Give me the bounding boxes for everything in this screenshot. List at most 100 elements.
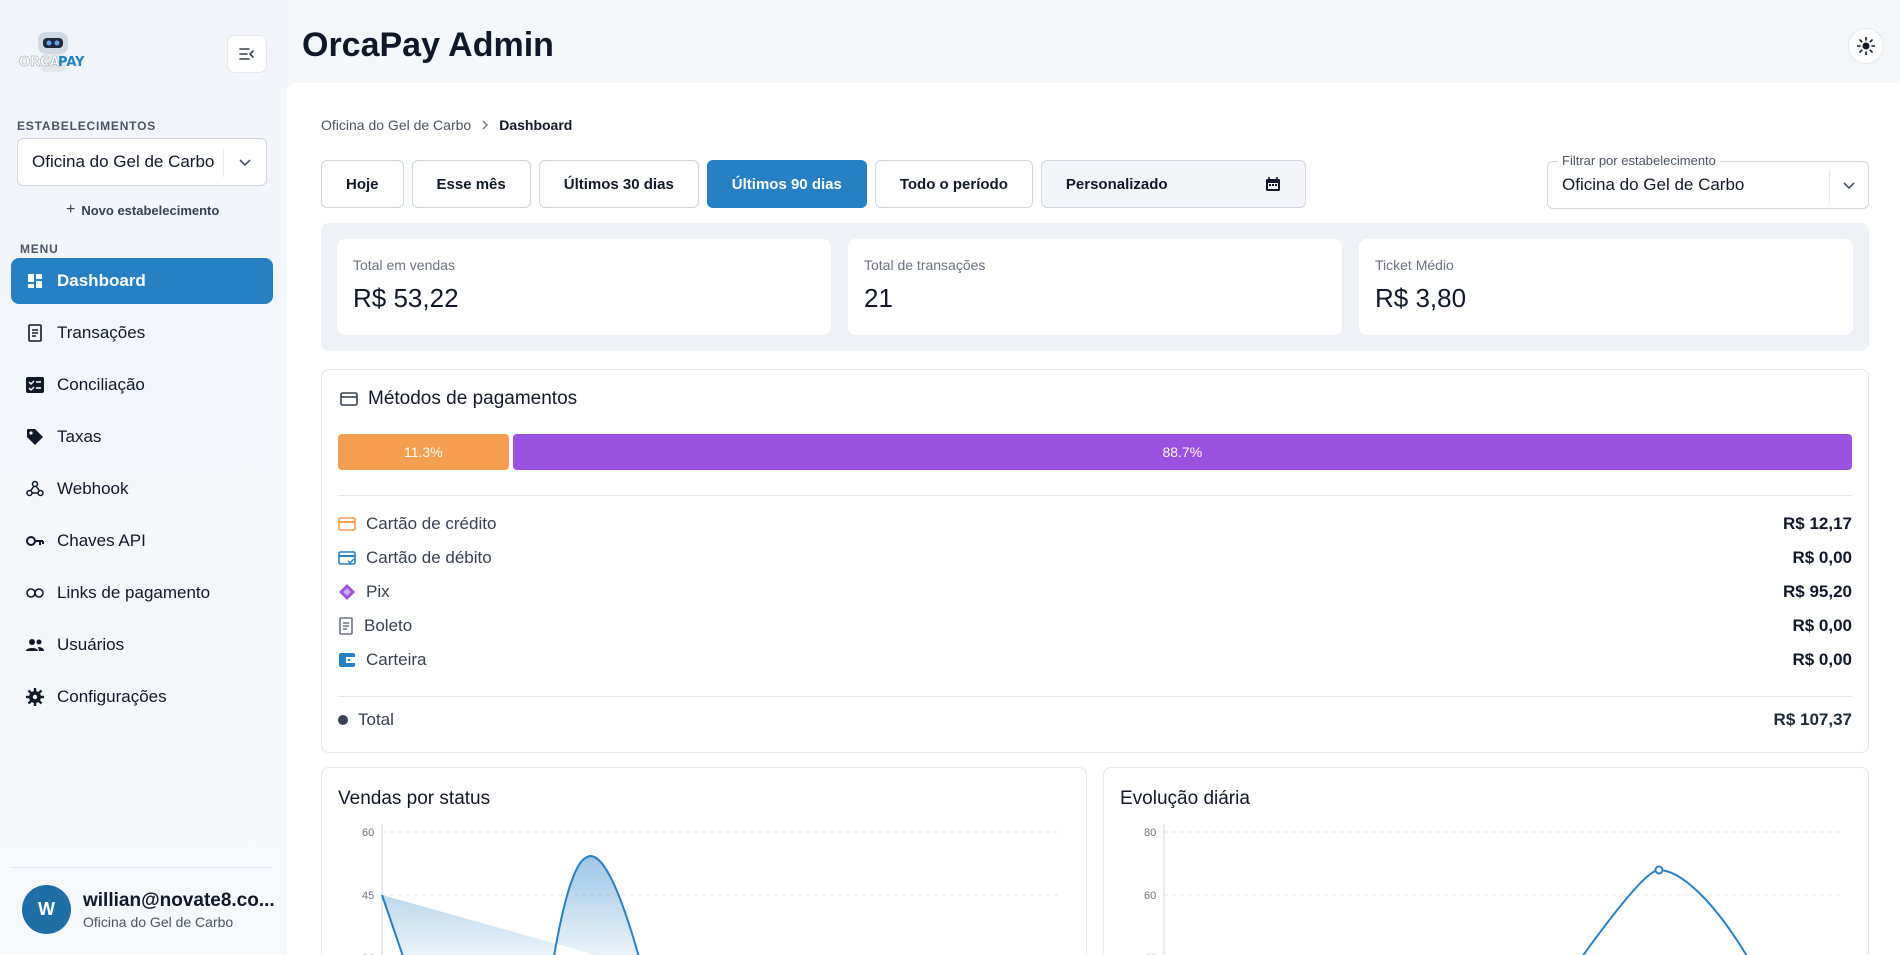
establishment-select-value: Oficina do Gel de Carbo (32, 152, 215, 171)
sidebar-item-transacoes[interactable]: Transações (11, 310, 273, 356)
menu-collapse-icon (239, 48, 254, 60)
calendar-icon (1265, 177, 1280, 191)
payment-methods-title: Métodos de pagamentos (340, 388, 577, 410)
filter-esse-mes-button[interactable]: Esse mês (411, 160, 531, 208)
gear-icon (25, 687, 45, 707)
establishment-filter-select[interactable]: Filtrar por estabelecimento Oficina do G… (1547, 153, 1869, 209)
filter-custom-date-button[interactable]: Personalizado (1040, 160, 1306, 208)
tag-icon (25, 427, 45, 447)
users-icon (25, 635, 45, 655)
avatar: W (22, 885, 71, 934)
stat-value: R$ 53,22 (353, 283, 459, 313)
list-item-debito: Cartão de débito R$ 0,00 (338, 541, 1852, 575)
sidebar-item-dashboard[interactable]: Dashboard (11, 258, 273, 304)
sidebar-item-label: Taxas (57, 427, 102, 446)
payment-method-value: R$ 0,00 (1792, 650, 1852, 669)
theme-toggle-button[interactable] (1848, 28, 1884, 64)
credit-card-icon (338, 517, 356, 531)
sidebar-item-label: Conciliação (57, 375, 145, 394)
main-content: Oficina do Gel de Carbo Dashboard Hoje E… (287, 83, 1900, 955)
sidebar-menu: Dashboard Transações Conciliação Taxas W… (11, 258, 273, 726)
establishment-filter-label: Filtrar por estabelecimento (1558, 153, 1720, 168)
boleto-icon (339, 617, 353, 635)
sidebar-divider (11, 867, 273, 868)
sidebar-item-label: Links de pagamento (57, 583, 211, 602)
plus-icon: + (66, 201, 76, 218)
y-tick-label: 80 (1144, 827, 1156, 839)
filter-hoje-button[interactable]: Hoje (321, 160, 404, 208)
data-point[interactable] (1654, 865, 1664, 875)
filter-30-dias-button[interactable]: Últimos 30 dias (538, 160, 699, 208)
stat-card-ticket-medio: Ticket Médio R$ 3,80 (1359, 239, 1853, 335)
payment-method-label: Boleto (364, 616, 413, 635)
breadcrumb-current: Dashboard (499, 117, 573, 133)
stat-value: R$ 3,80 (1375, 283, 1467, 313)
pix-icon (339, 584, 355, 600)
credit-card-icon (340, 392, 358, 406)
list-item-boleto: Boleto R$ 0,00 (338, 609, 1852, 643)
user-profile[interactable]: W willian@novate8.co... Oficina do Gel d… (22, 885, 275, 934)
daily-chart-svg: 80 60 40 (1144, 824, 1844, 955)
breadcrumb-parent[interactable]: Oficina do Gel de Carbo (321, 117, 471, 133)
sidebar-item-webhook[interactable]: Webhook (11, 466, 273, 512)
page-title: OrcaPay Admin (302, 26, 554, 64)
breadcrumb: Oficina do Gel de Carbo Dashboard (321, 117, 572, 133)
establishment-select[interactable]: Oficina do Gel de Carbo (17, 138, 267, 186)
stat-title: Total em vendas (353, 257, 455, 273)
user-organization: Oficina do Gel de Carbo (83, 913, 234, 930)
sidebar-item-conciliacao[interactable]: Conciliação (11, 362, 273, 408)
sidebar-item-links-pagamento[interactable]: Links de pagamento (11, 570, 273, 616)
sidebar-item-label: Dashboard (57, 271, 146, 290)
establishment-filter-value: Oficina do Gel de Carbo (1562, 175, 1745, 194)
sidebar: ORCA PAY ESTABELECIMENTOS Oficina do Gel… (0, 0, 287, 955)
new-establishment-button[interactable]: + Novo estabelecimento (66, 201, 219, 219)
sidebar-item-label: Webhook (57, 479, 129, 498)
stats-summary: Total em vendas R$ 53,22 Total de transa… (321, 223, 1869, 351)
list-item-carteira: Carteira R$ 0,00 (338, 643, 1852, 677)
sidebar-item-label: Configurações (57, 687, 167, 706)
status-area (382, 856, 639, 955)
divider (338, 495, 1852, 496)
list-item-credito: Cartão de crédito R$ 12,17 (338, 507, 1852, 541)
payment-method-label: Carteira (366, 650, 427, 669)
total-value: R$ 107,37 (1773, 710, 1852, 729)
custom-date-label: Personalizado (1065, 175, 1168, 193)
sidebar-item-label: Usuários (57, 635, 125, 654)
orcapay-logo[interactable]: ORCA PAY (18, 30, 90, 80)
share-segment-pix[interactable]: 88.7% (512, 434, 1852, 470)
total-dot-icon (338, 715, 348, 725)
list-item-pix: Pix R$ 95,20 (338, 575, 1852, 609)
wallet-icon (339, 653, 355, 667)
establishments-label: ESTABELECIMENTOS (17, 119, 157, 133)
sidebar-item-chaves-api[interactable]: Chaves API (11, 518, 273, 564)
sidebar-item-label: Transações (57, 323, 146, 342)
key-icon (25, 531, 45, 551)
chevron-down-icon (1843, 182, 1855, 190)
chart-title: Evolução diária (1120, 788, 1250, 809)
payment-method-label: Pix (366, 582, 390, 601)
chevron-down-icon (239, 159, 251, 167)
svg-text:PAY: PAY (58, 55, 85, 70)
link-icon (25, 583, 45, 603)
filter-90-dias-button[interactable]: Últimos 90 dias (706, 160, 867, 208)
checklist-icon (25, 375, 45, 395)
y-tick-label: 60 (1144, 890, 1156, 902)
menu-label: MENU (20, 242, 59, 256)
filter-todo-periodo-button[interactable]: Todo o período (874, 160, 1033, 208)
stat-value: 21 (864, 283, 893, 313)
dashboard-icon (25, 271, 45, 291)
chevron-right-icon (482, 120, 489, 130)
sidebar-item-usuarios[interactable]: Usuários (11, 622, 273, 668)
share-segment-credit[interactable]: 11.3% (338, 434, 509, 470)
collapse-sidebar-button[interactable] (227, 35, 267, 73)
status-chart-svg: 60 45 30 (362, 824, 1062, 955)
payment-method-value: R$ 95,20 (1783, 582, 1852, 601)
payment-method-label: Cartão de crédito (366, 514, 497, 533)
period-filters: Hoje Esse mês Últimos 30 dias Últimos 90… (321, 160, 1306, 208)
svg-text:ORCA: ORCA (19, 55, 60, 70)
sun-icon (1857, 37, 1875, 55)
payment-total-row: Total R$ 107,37 (338, 710, 1852, 730)
payment-method-label: Cartão de débito (366, 548, 492, 567)
sidebar-item-taxas[interactable]: Taxas (11, 414, 273, 460)
sidebar-item-configuracoes[interactable]: Configurações (11, 674, 273, 720)
